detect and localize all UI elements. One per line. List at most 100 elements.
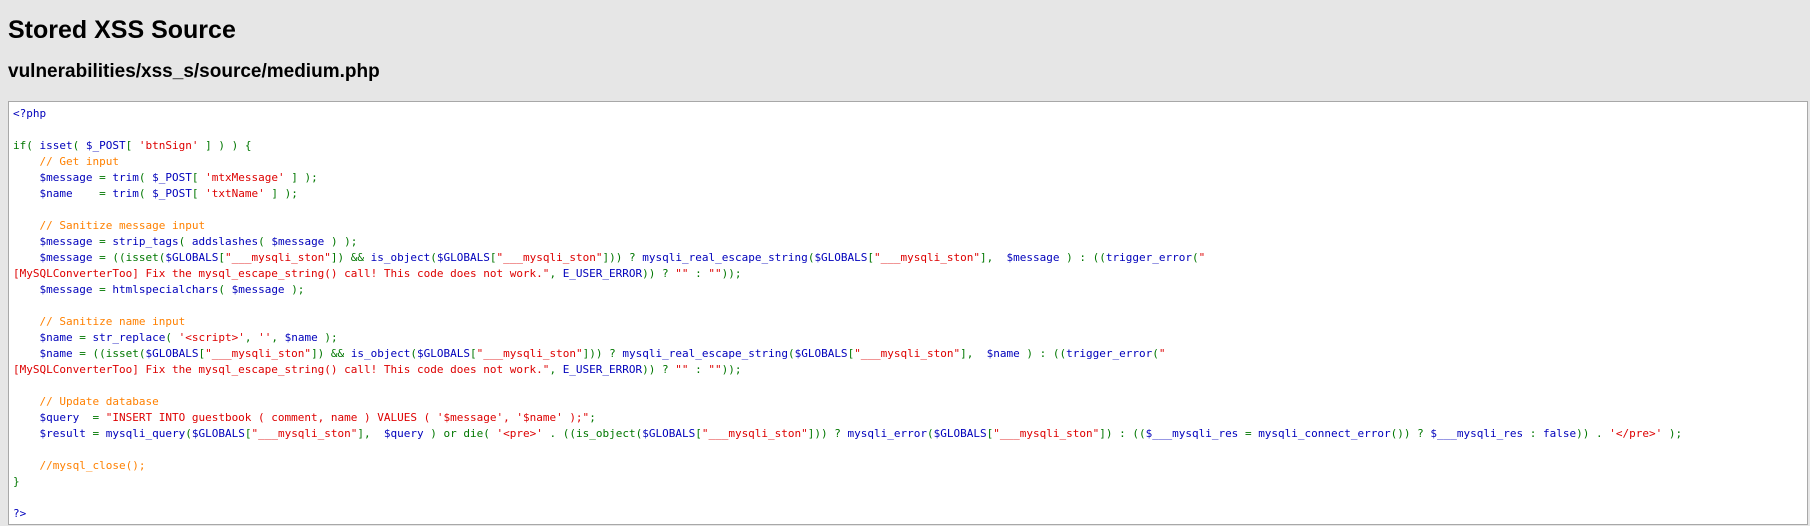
code-token: ) or die( [430,427,497,440]
code-token: ])) ? [602,251,643,264]
code-token: )); [721,267,742,280]
code-token: mysqli_real_escape_string [642,251,808,264]
code-token: addslashes [191,235,259,248]
code-token: [ [218,251,225,264]
code-token: $GLOBALS [642,427,696,440]
page-header: Stored XSS Source vulnerabilities/xss_s/… [0,0,1810,84]
code-token: : [688,363,709,376]
source-file-path: vulnerabilities/xss_s/source/medium.php [8,61,380,82]
code-token: "___mysqli_ston" [854,347,961,360]
code-token: ); [1668,427,1683,440]
code-token: $GLOBALS [933,427,987,440]
code-token: '</pre>' [1609,427,1669,440]
code-line: if( isset( $_POST[ 'btnSign' ] ) ) { [13,138,1803,154]
code-token: ( [72,139,86,152]
code-token: if( [13,139,40,152]
code-token: mysqli_connect_error [1258,427,1391,440]
code-line: $message = strip_tags( addslashes( $mess… [13,234,1803,250]
code-token: ( [138,187,153,200]
code-token: ])) ? [807,427,848,440]
code-token: = [99,171,113,184]
code-token: ], [357,427,384,440]
code-token: $_POST [152,187,192,200]
code-token: "___mysqli_ston" [205,347,312,360]
code-token: , [244,331,259,344]
code-token: = [99,283,113,296]
code-token: ])) ? [582,347,623,360]
code-token: $message [39,171,100,184]
code-token: [ [470,347,477,360]
code-token: ); [291,283,305,296]
code-token: = [99,235,113,248]
code-line: // Sanitize name input [13,314,1803,330]
code-token: // Sanitize name input [39,315,186,328]
code-token: ] ); [264,187,298,200]
code-token: = [92,411,106,424]
code-token: $result [39,427,93,440]
code-token: $_POST [152,171,192,184]
code-token: ?> [13,507,27,520]
code-token: : [1529,427,1543,440]
code-token: "___mysqli_ston" [993,427,1100,440]
code-token: is_object [370,251,431,264]
code-token: $___mysqli_res [1430,427,1530,440]
code-line: ?> [13,506,1803,522]
code-token: $GLOBALS [814,251,868,264]
code-token: //mysql_close(); [39,459,146,472]
code-token: trim [112,187,139,200]
code-token: ( [1191,251,1199,264]
code-token: = [92,427,106,440]
code-token: // Get input [39,155,119,168]
code-line: $name = ((isset($GLOBALS["___mysqli_ston… [13,346,1803,362]
code-line: $message = ((isset($GLOBALS["___mysqli_s… [13,250,1803,266]
code-token: [ [489,251,497,264]
code-token: "___mysqli_ston" [476,347,583,360]
code-line: $name = trim( $_POST[ 'txtName' ] ); [13,186,1803,202]
code-line: $name = str_replace( '<script>', '', $na… [13,330,1803,346]
code-token: $name [39,331,80,344]
code-token: = ((isset( [99,251,166,264]
code-line: $message = trim( $_POST[ 'mtxMessage' ] … [13,170,1803,186]
code-token: $GLOBALS [191,427,245,440]
code-line: $result = mysqli_query($GLOBALS["___mysq… [13,426,1803,442]
code-token: $_POST [85,139,126,152]
code-token: "INSERT INTO guestbook ( comment, name )… [105,411,590,424]
code-token: )) . [1576,427,1610,440]
code-token: $message [1006,251,1067,264]
code-token: "___mysqli_ston" [701,427,808,440]
code-token: $name [39,347,80,360]
code-token: ( [138,171,153,184]
code-token: $GLOBALS [436,251,490,264]
code-token: [ [191,171,206,184]
code-token: )) ? [642,363,676,376]
code-token: = ((isset( [79,347,146,360]
code-token: strip_tags [112,235,179,248]
code-token: E_USER_ERROR [562,363,643,376]
code-token: ], [980,251,1007,264]
code-token: "" [675,267,689,280]
code-token: '<script>' [178,331,245,344]
code-line: [MySQLConverterToo] Fix the mysql_escape… [13,362,1803,378]
code-token: " [1158,347,1166,360]
code-token: "" [708,363,722,376]
code-token: $GLOBALS [417,347,471,360]
code-token: $message [271,235,331,248]
code-token: $query [39,411,93,424]
code-token: "" [708,267,722,280]
code-token: $GLOBALS [165,251,219,264]
code-token: . ((is_object( [549,427,643,440]
code-token: ; [589,411,596,424]
code-token: // Update database [39,395,159,408]
code-token: ) : (( [1026,347,1067,360]
code-token: ( [218,283,232,296]
code-token: // Sanitize message input [39,219,206,232]
code-token: "" [675,363,689,376]
code-token: [MySQLConverterToo] Fix the mysql_escape… [13,363,550,376]
code-token: ]) : (( [1099,427,1146,440]
